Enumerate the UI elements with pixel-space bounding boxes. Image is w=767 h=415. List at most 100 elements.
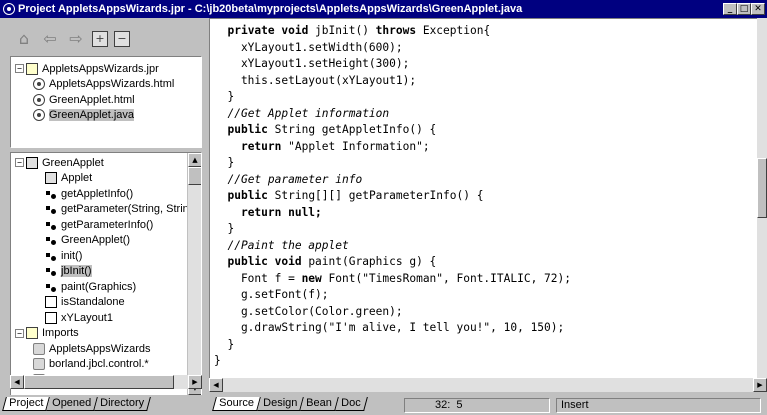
- code-area[interactable]: private void jbInit() throws Exception{ …: [210, 19, 757, 370]
- code-text: }: [214, 337, 235, 351]
- horizontal-scroll-thumb[interactable]: [24, 375, 174, 389]
- tree-item-label: GreenApplet: [42, 156, 104, 169]
- superclass-icon: [45, 172, 57, 185]
- structure-horizontal-scrollbar[interactable]: ◀ ▶: [10, 375, 202, 389]
- tree-item[interactable]: isStandalone: [11, 295, 187, 311]
- tree-item-label: jbInit(): [61, 265, 92, 278]
- editor-scroll-left-arrow-icon[interactable]: ◀: [209, 378, 223, 392]
- code-line[interactable]: public void paint(Graphics g) {: [214, 254, 757, 271]
- tree-item[interactable]: xYLayout1: [11, 310, 187, 326]
- code-line[interactable]: }: [214, 155, 757, 172]
- tab-design[interactable]: Design: [256, 397, 304, 411]
- collapse-toggle-icon[interactable]: −: [15, 64, 24, 74]
- code-line[interactable]: public String getAppletInfo() {: [214, 122, 757, 139]
- tree-item[interactable]: getParameterInfo(): [11, 217, 187, 233]
- tab-label: Directory: [100, 397, 145, 409]
- tree-item-label: GreenApplet(): [61, 234, 131, 247]
- tree-item[interactable]: − Imports: [11, 326, 187, 342]
- editor-horizontal-scrollbar[interactable]: ◀ ▶: [209, 378, 767, 392]
- cursor-position-text: 32: 5: [435, 399, 463, 411]
- code-line[interactable]: //Get parameter info: [214, 172, 757, 189]
- tree-item[interactable]: GreenApplet.html: [11, 92, 201, 108]
- tree-item[interactable]: init(): [11, 248, 187, 264]
- scroll-left-arrow-icon[interactable]: ◀: [10, 375, 24, 389]
- method-icon: [45, 204, 57, 215]
- scroll-thumb[interactable]: [188, 167, 201, 185]
- class-icon: [26, 156, 38, 169]
- tree-item[interactable]: jbInit(): [11, 264, 187, 280]
- code-comment: //Paint the applet: [227, 238, 349, 252]
- back-arrow-icon[interactable]: ⇦: [40, 29, 60, 49]
- code-line[interactable]: }: [214, 89, 757, 106]
- code-keyword: public: [227, 123, 268, 136]
- constructor-icon: [45, 235, 57, 246]
- code-line[interactable]: g.setFont(f);: [214, 287, 757, 304]
- code-line[interactable]: this.setLayout(xYLayout1);: [214, 73, 757, 90]
- project-tree[interactable]: − AppletsAppsWizards.jpr AppletsAppsWizard…: [10, 56, 202, 148]
- scroll-right-arrow-icon[interactable]: ▶: [188, 375, 202, 389]
- tree-item[interactable]: − GreenApplet: [11, 155, 187, 171]
- tab-project[interactable]: Project: [2, 397, 51, 411]
- code-line[interactable]: Font f = new Font("TimesRoman", Font.ITA…: [214, 271, 757, 288]
- code-line[interactable]: return null;: [214, 205, 757, 222]
- tree-item[interactable]: AppletsAppsWizards: [11, 341, 187, 357]
- tab-label: Source: [219, 397, 254, 409]
- code-line[interactable]: //Paint the applet: [214, 238, 757, 255]
- tree-item[interactable]: Applet: [11, 171, 187, 187]
- editor-vertical-scrollbar[interactable]: [757, 18, 767, 378]
- code-line[interactable]: private void jbInit() throws Exception{: [214, 23, 757, 40]
- tab-bean[interactable]: Bean: [300, 397, 339, 411]
- tree-item[interactable]: AppletsAppsWizards.html: [11, 77, 201, 93]
- code-text: Font("TimesRoman", Font.ITALIC, 72);: [321, 271, 571, 285]
- tree-item[interactable]: GreenApplet(): [11, 233, 187, 249]
- minimize-button[interactable]: _: [723, 3, 737, 15]
- code-line[interactable]: }: [214, 221, 757, 238]
- code-line[interactable]: }: [214, 353, 757, 370]
- collapse-toggle-icon[interactable]: −: [15, 328, 24, 338]
- code-line[interactable]: return "Applet Information";: [214, 139, 757, 156]
- code-line[interactable]: xYLayout1.setHeight(300);: [214, 56, 757, 73]
- code-line[interactable]: xYLayout1.setWidth(600);: [214, 40, 757, 57]
- editor-scroll-thumb[interactable]: [757, 158, 767, 218]
- collapse-toggle-icon[interactable]: −: [15, 158, 24, 168]
- tab-doc[interactable]: Doc: [334, 397, 368, 411]
- source-editor[interactable]: private void jbInit() throws Exception{ …: [209, 18, 757, 378]
- tree-item[interactable]: borland.jbcl.control.*: [11, 357, 187, 373]
- tree-item-label: getParameterInfo(): [61, 218, 154, 231]
- add-to-project-icon[interactable]: +: [92, 31, 108, 47]
- jbuilder-app-icon[interactable]: [3, 3, 15, 15]
- code-line[interactable]: g.drawString("I'm alive, I tell you!", 1…: [214, 320, 757, 337]
- structure-vertical-scrollbar[interactable]: ▲ ▼: [187, 153, 201, 395]
- code-line[interactable]: }: [214, 337, 757, 354]
- editor-scroll-right-arrow-icon[interactable]: ▶: [753, 378, 767, 392]
- code-keyword: public: [227, 189, 268, 202]
- scroll-up-arrow-icon[interactable]: ▲: [188, 153, 201, 167]
- structure-tree[interactable]: − GreenApplet Applet getAppletInfo() getPara…: [10, 152, 202, 396]
- title-bar[interactable]: Project AppletsAppsWizards.jpr - C:\jb20…: [0, 0, 767, 18]
- forward-arrow-icon[interactable]: ⇨: [66, 29, 86, 49]
- tab-directory[interactable]: Directory: [94, 397, 152, 411]
- tree-item[interactable]: GreenApplet.java: [11, 108, 201, 124]
- code-text: }: [214, 156, 235, 169]
- tab-opened[interactable]: Opened: [46, 397, 99, 411]
- tree-item[interactable]: getParameter(String, String): [11, 202, 199, 218]
- tree-item-label: isStandalone: [61, 296, 125, 309]
- tree-item[interactable]: − AppletsAppsWizards.jpr: [11, 61, 201, 77]
- code-line[interactable]: public String[][] getParameterInfo() {: [214, 188, 757, 205]
- tree-item[interactable]: paint(Graphics): [11, 279, 187, 295]
- code-line[interactable]: g.setColor(Color.green);: [214, 304, 757, 321]
- code-keyword: return null;: [240, 205, 322, 219]
- code-line[interactable]: //Get Applet information: [214, 106, 757, 123]
- code-comment: //Get parameter info: [227, 172, 363, 186]
- code-keyword: private void: [227, 24, 309, 37]
- tab-source[interactable]: Source: [212, 397, 261, 411]
- method-icon: [45, 220, 57, 230]
- package-icon: [33, 342, 45, 355]
- home-icon[interactable]: ⌂: [14, 29, 34, 49]
- restore-button[interactable]: □: [737, 3, 751, 15]
- tree-item-label: GreenApplet.java: [49, 109, 134, 122]
- close-button[interactable]: ✕: [751, 3, 765, 15]
- remove-from-project-icon[interactable]: −: [114, 31, 130, 47]
- tree-item[interactable]: getAppletInfo(): [11, 186, 187, 202]
